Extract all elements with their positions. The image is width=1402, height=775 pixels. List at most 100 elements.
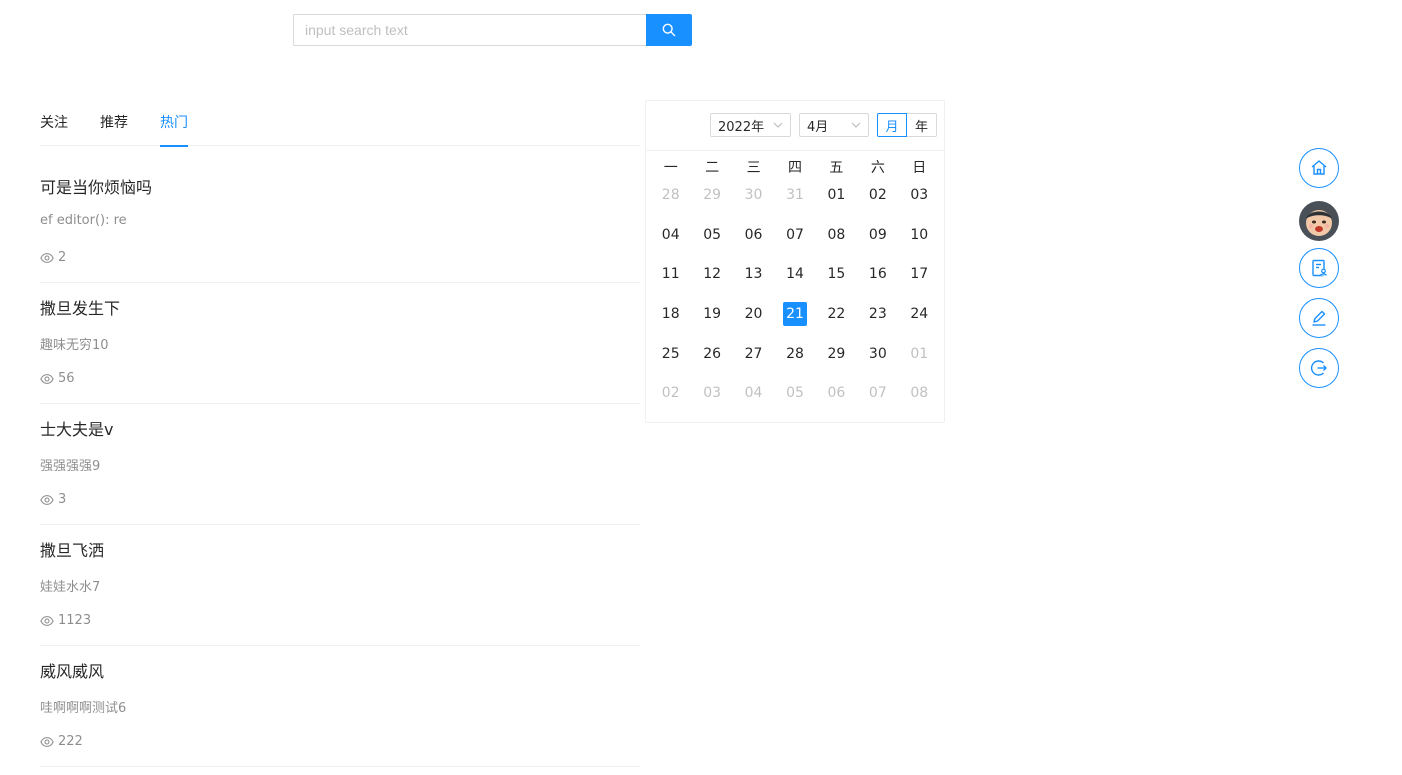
write-article-button[interactable] [1299, 298, 1339, 338]
calendar-day[interactable]: 08 [899, 378, 940, 418]
calendar-day[interactable]: 02 [857, 180, 898, 220]
avatar[interactable] [1299, 201, 1339, 241]
article-title[interactable]: 可是当你烦恼吗 [40, 174, 152, 198]
calendar-day-label: 07 [868, 385, 887, 402]
weekday-label: 六 [870, 160, 885, 176]
search-button[interactable] [646, 14, 692, 46]
calendar-day[interactable]: 29 [691, 180, 732, 220]
calendar-day-label: 05 [786, 385, 804, 402]
article-title[interactable]: 撒旦飞洒 [40, 537, 104, 561]
calendar-day[interactable]: 13 [733, 259, 774, 299]
calendar-day[interactable]: 11 [650, 259, 691, 299]
article-views: 3 [40, 492, 66, 507]
calendar-day[interactable]: 03 [691, 378, 732, 418]
calendar-day[interactable]: 09 [857, 220, 898, 260]
search-input[interactable] [293, 14, 646, 46]
article-title[interactable]: 撒旦发生下 [40, 295, 120, 319]
calendar-day[interactable]: 22 [816, 299, 857, 339]
calendar-day[interactable]: 19 [691, 299, 732, 339]
article-views: 1123 [40, 613, 91, 628]
calendar-day[interactable]: 01 [899, 339, 940, 379]
calendar-day-label: 08 [827, 226, 846, 243]
search-icon [662, 23, 676, 37]
calendar-day-label: 18 [661, 306, 680, 323]
calendar-day-label: 30 [744, 187, 763, 203]
calendar-day[interactable]: 10 [899, 220, 940, 260]
calendar-day[interactable]: 07 [774, 220, 815, 260]
calendar-day-label: 25 [661, 345, 680, 362]
calendar-day[interactable]: 06 [816, 378, 857, 418]
tab-recommend[interactable]: 推荐 [100, 100, 128, 146]
calendar-day[interactable]: 08 [816, 220, 857, 260]
view-count: 3 [58, 492, 67, 507]
year-select[interactable]: 2022年 [710, 113, 791, 137]
calendar-day[interactable]: 05 [774, 378, 815, 418]
weekday-label: 三 [746, 160, 761, 176]
article-tabs: 关注 推荐 热门 [40, 100, 640, 147]
article-summary: 强强强强9 [40, 459, 101, 474]
calendar-day[interactable]: 29 [816, 339, 857, 379]
calendar-day[interactable]: 31 [774, 180, 815, 220]
calendar-week-row: 28 29 30 31 01 02 03 [650, 180, 940, 220]
calendar-day[interactable]: 27 [733, 339, 774, 379]
calendar-day-label: 29 [827, 345, 846, 362]
calendar-day[interactable]: 18 [650, 299, 691, 339]
calendar-day[interactable]: 16 [857, 259, 898, 299]
calendar-day[interactable]: 30 [733, 180, 774, 220]
calendar-day[interactable]: 04 [733, 378, 774, 418]
calendar-day-label: 04 [744, 385, 763, 402]
calendar-day-label: 03 [910, 187, 929, 203]
article-list: 可是当你烦恼吗 ef editor(): re 2 撒旦发生下 趣味无穷10 5… [40, 162, 640, 767]
calendar-day[interactable]: 07 [857, 378, 898, 418]
calendar-day[interactable]: 15 [816, 259, 857, 299]
calendar-day[interactable]: 28 [774, 339, 815, 379]
home-button[interactable] [1299, 148, 1339, 188]
calendar-day[interactable]: 14 [774, 259, 815, 299]
calendar-day[interactable]: 28 [650, 180, 691, 220]
article-summary: 趣味无穷10 [40, 338, 109, 353]
list-item: 可是当你烦恼吗 ef editor(): re 2 [40, 162, 640, 283]
calendar-day[interactable]: 05 [691, 220, 732, 260]
month-select[interactable]: 4月 [799, 113, 869, 137]
eye-icon [40, 736, 54, 747]
article-views: 56 [40, 371, 75, 386]
calendar-day[interactable]: 25 [650, 339, 691, 379]
calendar-day-label: 04 [661, 226, 680, 243]
calendar-day-label: 22 [827, 306, 846, 323]
calendar-day[interactable]: 12 [691, 259, 732, 299]
article-title[interactable]: 威风威风 [40, 658, 104, 682]
calendar-day-selected[interactable]: 21 [774, 299, 815, 339]
calendar-day[interactable]: 01 [816, 180, 857, 220]
calendar-day-label: 26 [703, 345, 722, 362]
calendar-day[interactable]: 17 [899, 259, 940, 299]
tab-hot[interactable]: 热门 [160, 100, 188, 147]
article-title[interactable]: 士大夫是v [40, 416, 113, 440]
weekday-label: 五 [829, 160, 844, 176]
calendar-grid: 一 二 三 四 五 六 日 28 29 30 31 01 02 03 04 05 06 07 08 09… [650, 156, 940, 418]
calendar-days: 28 29 30 31 01 02 03 04 05 06 07 08 09 10 11 12 13 14 15 16… [650, 180, 940, 418]
calendar-day-label: 21 [782, 302, 807, 327]
chevron-down-icon [773, 122, 783, 128]
calendar-day-label: 30 [868, 345, 887, 362]
mode-month-button[interactable]: 月 [877, 113, 907, 137]
calendar-day[interactable]: 20 [733, 299, 774, 339]
calendar-day-label: 02 [868, 187, 887, 203]
calendar-day-label: 01 [827, 187, 846, 203]
calendar-day[interactable]: 30 [857, 339, 898, 379]
calendar-day[interactable]: 24 [899, 299, 940, 339]
calendar-day[interactable]: 06 [733, 220, 774, 260]
list-item: 士大夫是v 强强强强9 3 [40, 404, 640, 525]
calendar-day-label: 06 [827, 385, 846, 402]
calendar-day[interactable]: 23 [857, 299, 898, 339]
calendar: 2022年 4月 月 年 一 二 三 四 五 六 日 28 29 30 31 01 02 0… [645, 100, 945, 423]
search-bar [293, 14, 692, 46]
calendar-day[interactable]: 26 [691, 339, 732, 379]
tab-follow[interactable]: 关注 [40, 100, 68, 146]
mode-year-button[interactable]: 年 [907, 113, 937, 137]
calendar-day[interactable]: 04 [650, 220, 691, 260]
my-articles-button[interactable] [1299, 248, 1339, 288]
logout-button[interactable] [1299, 348, 1339, 388]
calendar-day[interactable]: 03 [899, 180, 940, 220]
document-user-icon [1312, 259, 1328, 277]
calendar-day[interactable]: 02 [650, 378, 691, 418]
